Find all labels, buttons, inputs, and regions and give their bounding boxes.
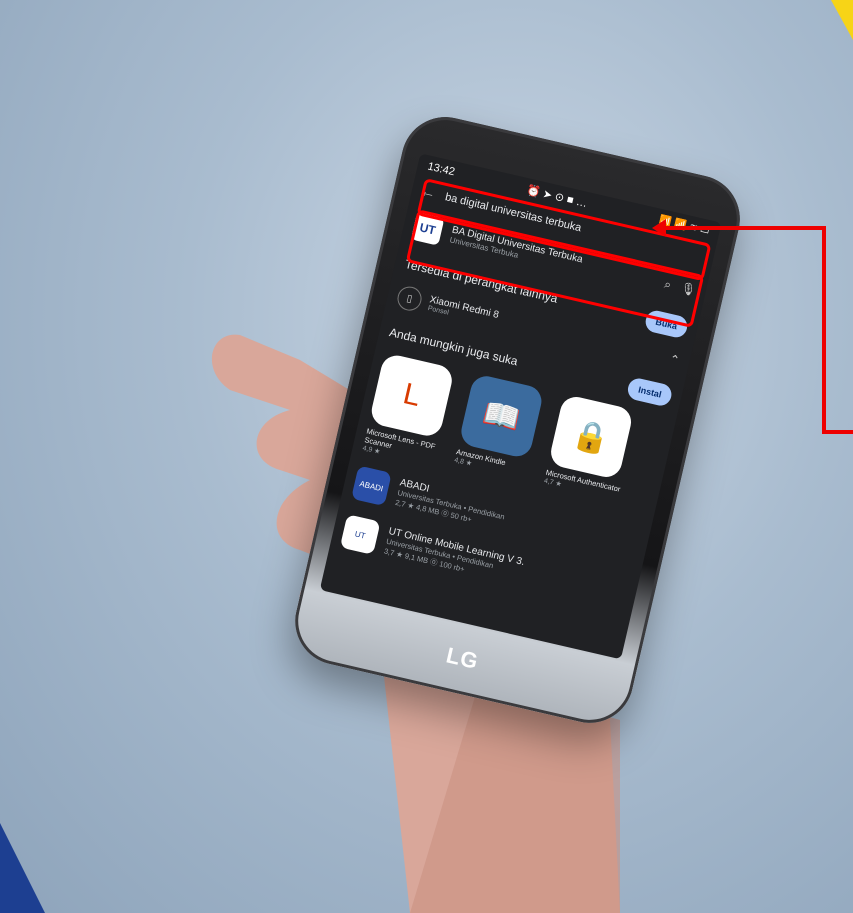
corner-decoration-blue [0, 823, 45, 913]
chevron-up-icon[interactable]: ⌃ [668, 352, 681, 368]
annotation-arrow-line [822, 228, 826, 434]
kindle-icon: 📖 [458, 373, 545, 460]
status-time: 13:42 [426, 160, 456, 179]
app-card[interactable]: L Microsoft Lens - PDF Scanner 4,9 ★ [362, 352, 467, 470]
app-card[interactable]: 📖 Amazon Kindle 4,8 ★ [451, 373, 556, 491]
microsoft-lens-icon: L [368, 352, 455, 439]
annotation-arrow-line [660, 226, 826, 230]
phone-icon: ▯ [395, 284, 424, 313]
phone-device: 13:42 ⏰ ➤ ⊙ ■ … 📶 📶 ≋ ▭ ← ba digital uni… [286, 108, 749, 732]
ut-mobile-app-icon: UT [339, 514, 381, 555]
abadi-app-icon: ABADI [351, 465, 392, 507]
corner-decoration-yellow [831, 0, 853, 40]
authenticator-icon: 🔒 [547, 393, 635, 481]
app-card[interactable]: 🔒 Microsoft Authenticator 4,7 ★ [541, 393, 646, 512]
annotation-arrow-head [652, 219, 666, 237]
annotation-arrow-line [822, 430, 853, 434]
